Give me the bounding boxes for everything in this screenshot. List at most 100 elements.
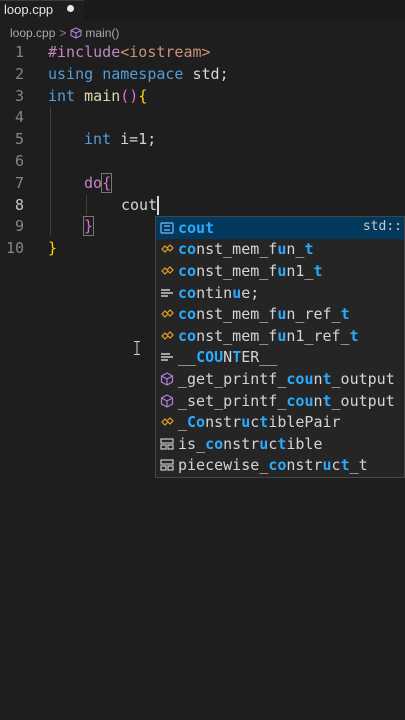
match-highlight: u xyxy=(322,456,332,475)
label-text: _set_printf_ xyxy=(178,391,287,410)
label-text: nst_mem_f xyxy=(196,305,278,324)
match-highlight: t xyxy=(259,413,269,432)
suggestion-label: __COUNTER__ xyxy=(178,348,404,366)
line-number: 4 xyxy=(14,108,24,126)
code-token: <iostream> xyxy=(120,43,211,61)
label-text: iblePair xyxy=(268,413,341,432)
suggestion-item[interactable]: const_mem_fun1_ref_t xyxy=(156,325,404,347)
suggestion-item[interactable]: _get_printf_count_output xyxy=(156,368,404,390)
code-token: () xyxy=(120,87,139,105)
code-token: do xyxy=(84,174,103,192)
code-token: main xyxy=(84,87,121,105)
label-text: _output xyxy=(331,391,395,410)
code-line-2[interactable]: using namespace std; xyxy=(48,64,229,84)
suggestion-item[interactable]: const_mem_fun1_t xyxy=(156,260,404,282)
code-line-8[interactable]: cout xyxy=(121,195,157,215)
match-highlight: U xyxy=(214,348,224,367)
class-icon xyxy=(161,309,174,319)
class-icon xyxy=(161,266,174,275)
suggestion-item[interactable]: const_mem_fun_t xyxy=(156,239,404,261)
suggestion-item[interactable]: const_mem_fun_ref_t xyxy=(156,303,404,325)
line-number: 9 xyxy=(14,217,24,235)
code-token: int xyxy=(84,130,112,148)
code-token: std; xyxy=(192,65,229,83)
match-highlight: Co xyxy=(187,413,206,432)
label-text: _output xyxy=(331,369,395,388)
label-text: nst_mem_f xyxy=(196,326,278,345)
label-text: _t xyxy=(349,456,368,475)
suggestion-item[interactable]: _set_printf_count_output xyxy=(156,390,404,412)
label-text: nstr xyxy=(286,456,323,475)
tab-bar: loop.cpp xyxy=(0,0,405,20)
autocomplete-suggestion-list[interactable]: cout std:: const_mem_fun_t const_mem_fun1_t… xyxy=(155,216,405,478)
code-line-7[interactable]: do{ xyxy=(84,173,113,193)
match-highlight: t xyxy=(340,456,350,475)
label-text: nst_mem_f xyxy=(196,261,278,280)
suggestion-label: is_constructible xyxy=(178,435,404,453)
suggestion-label: piecewise_construct_t xyxy=(178,456,404,474)
breadcrumb: loop.cpp > main() xyxy=(0,24,119,42)
code-line-9[interactable]: } xyxy=(82,216,95,236)
label-text: n1_ref_ xyxy=(286,326,350,345)
code-token: { xyxy=(138,87,148,105)
label-text: _ xyxy=(178,413,188,432)
match-highlight: t xyxy=(349,326,359,345)
tab-loop-cpp[interactable]: loop.cpp xyxy=(0,0,84,20)
class-icon xyxy=(161,417,174,426)
code-token: cout xyxy=(121,196,158,214)
suggestion-item[interactable]: __COUNTER__ xyxy=(156,347,404,369)
label-text: ER__ xyxy=(241,348,278,367)
suggestion-item[interactable]: _ConstructiblePair xyxy=(156,411,404,433)
match-highlight: co xyxy=(286,369,305,388)
label-text: ntin xyxy=(196,283,233,302)
match-highlight: co xyxy=(178,305,197,324)
code-line-3[interactable]: int main(){ xyxy=(48,86,147,106)
match-highlight: u xyxy=(259,434,269,453)
class-icon xyxy=(161,330,174,340)
suggestion-item[interactable]: cout std:: xyxy=(156,217,404,239)
code-line-1[interactable]: #include<iostream> xyxy=(48,42,211,62)
label-text: c xyxy=(250,413,260,432)
unsaved-dot-icon[interactable] xyxy=(67,5,74,12)
match-highlight: t xyxy=(304,240,314,259)
suggestion-detail: std:: xyxy=(362,219,402,234)
method-icon xyxy=(160,393,174,408)
keyword-icon xyxy=(161,288,173,297)
class-icon xyxy=(161,244,174,254)
label-text: c xyxy=(331,456,341,475)
label-text: nstr xyxy=(223,434,260,453)
label-text: n xyxy=(313,391,323,410)
suggestion-item[interactable]: continue; xyxy=(156,282,404,304)
match-highlight: t xyxy=(340,305,350,324)
label-text: e; xyxy=(241,283,260,302)
suggestion-label: const_mem_fun_ref_t xyxy=(178,305,404,323)
struct-icon xyxy=(160,459,174,471)
suggestion-item[interactable]: is_constructible xyxy=(156,433,404,455)
breadcrumb-file[interactable]: loop.cpp xyxy=(10,26,55,40)
suggestion-label: const_mem_fun1_ref_t xyxy=(178,327,404,345)
line-number: 5 xyxy=(14,130,24,148)
code-token: using xyxy=(48,65,94,83)
method-cube-icon xyxy=(70,27,82,39)
code-token: } xyxy=(48,239,58,257)
text-cursor xyxy=(157,196,159,215)
code-token: namespace xyxy=(102,65,184,83)
code-line-5[interactable]: int i=1; xyxy=(84,129,156,149)
label-text: __ xyxy=(178,348,197,367)
label-text: n1_ xyxy=(286,261,314,280)
indent-guide xyxy=(86,195,87,215)
line-number: 1 xyxy=(14,43,24,61)
line-number: 6 xyxy=(14,152,24,170)
suggestion-label: const_mem_fun_t xyxy=(178,240,404,258)
line-number-active: 8 xyxy=(14,196,24,214)
label-text: nst_mem_f xyxy=(196,240,278,259)
label-text: c xyxy=(268,434,278,453)
breadcrumb-symbol[interactable]: main() xyxy=(85,26,119,40)
line-number: 3 xyxy=(14,87,24,105)
match-highlight: co xyxy=(268,456,287,475)
suggestion-item[interactable]: piecewise_construct_t xyxy=(156,455,404,477)
match-highlight: co xyxy=(178,261,197,280)
code-line-10[interactable]: } xyxy=(48,238,57,258)
label-text: n_ref_ xyxy=(286,305,341,324)
match-highlight: cout xyxy=(178,218,215,237)
